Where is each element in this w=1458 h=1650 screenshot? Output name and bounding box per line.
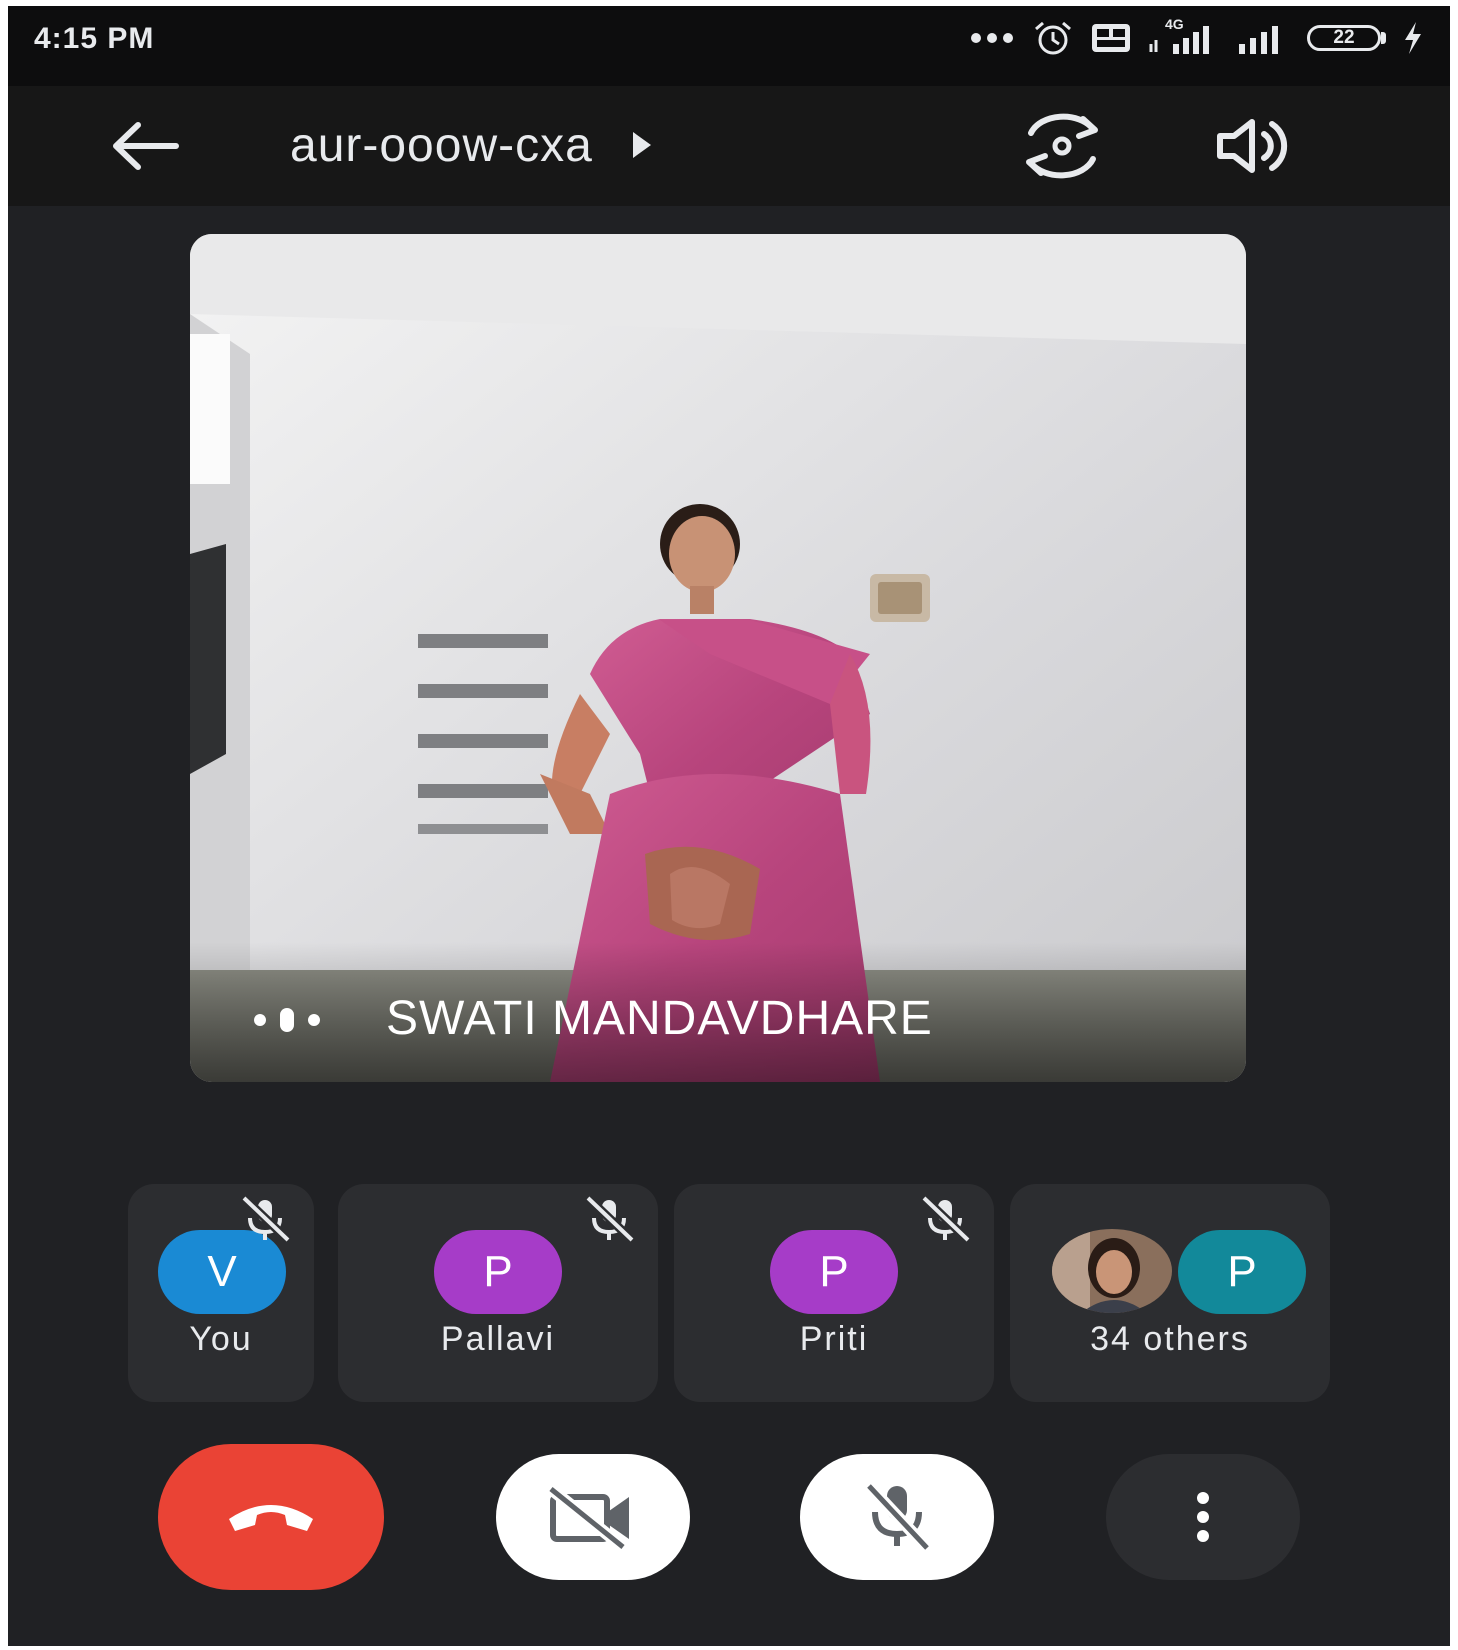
end-call-icon (229, 1505, 313, 1531)
end-call-button[interactable] (158, 1444, 384, 1590)
participant-name: Pallavi (440, 1320, 556, 1358)
mic-off-icon (584, 1194, 636, 1244)
more-options-button[interactable] (1106, 1454, 1300, 1580)
avatar-initial: P (483, 1247, 513, 1296)
avatar-initial: P (819, 1247, 849, 1296)
phone-screen: 4:15 PM 4G 22 aur-ooow-cxa SWATI MANDAVD… (8, 6, 1450, 1646)
more-vert-icon (1197, 1492, 1209, 1542)
data-signal: 4G (1147, 16, 1219, 56)
participant-name: Priti (799, 1320, 869, 1358)
speaker-icon (1217, 119, 1288, 173)
more-dots-icon (971, 33, 1013, 43)
avatar-initial: P (1227, 1247, 1257, 1296)
participant-photo-avatar (1052, 1229, 1172, 1313)
participant-tile-you[interactable]: V You (128, 1184, 314, 1402)
switch-camera-icon (1026, 113, 1098, 179)
mic-off-icon (920, 1194, 972, 1244)
avatar-initial: V (207, 1247, 237, 1296)
camera-off-icon (547, 1485, 629, 1549)
participant-tile-others[interactable]: P 34 others (1010, 1184, 1330, 1402)
play-arrow-icon (632, 132, 651, 158)
signal-icon (1149, 26, 1209, 54)
battery-icon: 22 (1307, 25, 1386, 51)
status-icons: 4G 22 (969, 16, 1424, 56)
battery-level: 22 (1307, 25, 1381, 51)
participant-tile-priti[interactable]: P Priti (674, 1184, 994, 1402)
signal-icon (1239, 26, 1278, 54)
mic-toggle-button[interactable] (800, 1454, 994, 1580)
back-button[interactable] (104, 108, 186, 184)
mic-off-icon (864, 1482, 932, 1552)
main-video-tile[interactable]: SWATI MANDAVDHARE (190, 234, 1246, 1082)
participant-tile-pallavi[interactable]: P Pallavi (338, 1184, 658, 1402)
avatar: P (770, 1230, 898, 1314)
status-time: 4:15 PM (34, 22, 155, 55)
switch-camera-button[interactable] (1014, 104, 1110, 188)
back-arrow-icon (113, 122, 179, 170)
avatar: P (1178, 1230, 1306, 1314)
audio-output-button[interactable] (1206, 104, 1302, 188)
camera-toggle-button[interactable] (496, 1454, 690, 1580)
volte-icon (1092, 24, 1130, 52)
meeting-header: aur-ooow-cxa (8, 86, 1450, 206)
speaker-name: SWATI MANDAVDHARE (386, 992, 933, 1045)
meeting-code: aur-ooow-cxa (290, 118, 593, 172)
audio-level-icon (254, 1008, 320, 1032)
mic-off-icon (240, 1194, 292, 1244)
participant-name: 34 others (1090, 1320, 1250, 1358)
participant-name: You (189, 1320, 253, 1358)
charging-icon (1405, 22, 1421, 54)
status-bar: 4:15 PM 4G 22 (8, 6, 1450, 86)
call-controls (8, 1444, 1450, 1604)
avatar: P (434, 1230, 562, 1314)
meeting-details-button[interactable]: aur-ooow-cxa (290, 110, 653, 180)
alarm-icon (1035, 21, 1071, 55)
